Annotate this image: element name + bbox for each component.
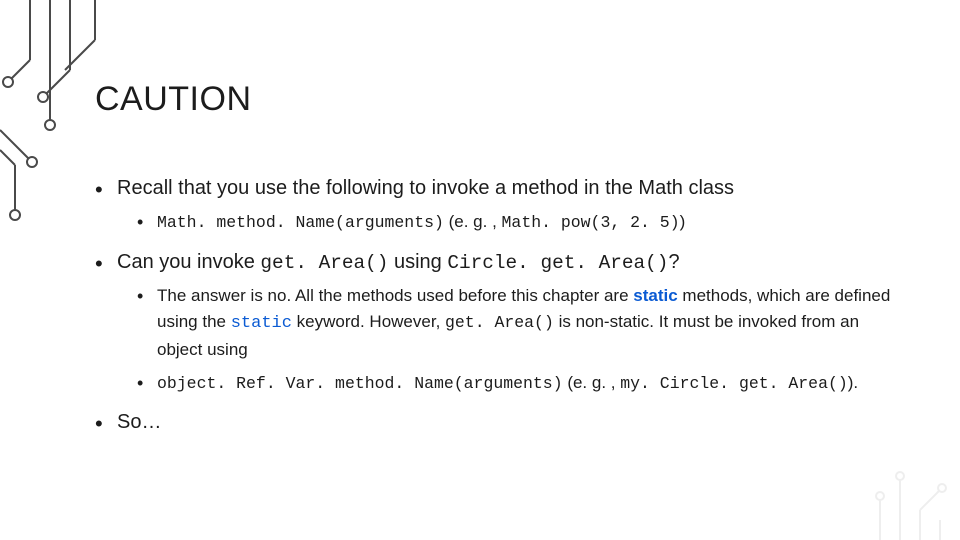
code-circle-getarea: Circle. get. Area() <box>447 252 668 274</box>
code-objectrefvar: object. Ref. Var. method. Name(arguments… <box>157 374 563 393</box>
text-eg-2: (e. g. , <box>563 373 621 392</box>
bullet-3: So… <box>95 408 900 437</box>
code-mycircle-getarea: my. Circle. get. Area() <box>620 374 848 393</box>
bullet-2-sub-1: The answer is no. All the methods used b… <box>137 283 900 364</box>
bullet-2-pre: Can you invoke <box>117 251 260 273</box>
code-getarea: get. Area() <box>260 252 388 274</box>
slide-content: CAUTION Recall that you use the followin… <box>0 0 960 540</box>
bullet-2-sublist: The answer is no. All the methods used b… <box>137 283 900 397</box>
code-getarea-2: get. Area() <box>445 313 554 332</box>
bullet-list: Recall that you use the following to inv… <box>95 174 900 437</box>
bullet-1-sub-1: Math. method. Name(arguments) (e. g. , M… <box>137 209 900 236</box>
text-eg: (e. g. , <box>444 212 502 231</box>
text-answerno-a: The answer is no. All the methods used b… <box>157 286 633 305</box>
text-paren-close: ) <box>680 212 686 231</box>
bullet-2-mid: using <box>388 251 447 273</box>
code-math-pow: Math. pow(3, 2. 5) <box>502 213 680 232</box>
bullet-1: Recall that you use the following to inv… <box>95 174 900 236</box>
bullet-1-text: Recall that you use the following to inv… <box>117 177 734 199</box>
bullet-2-sub-2: object. Ref. Var. method. Name(arguments… <box>137 370 900 397</box>
code-math-methodname: Math. method. Name(arguments) <box>157 213 444 232</box>
static-word-1: static <box>633 286 677 305</box>
bullet-3-text: So… <box>117 411 161 433</box>
static-keyword: static <box>231 314 292 333</box>
bullet-2: Can you invoke get. Area() using Circle.… <box>95 248 900 397</box>
text-answerno-c: keyword. However, <box>292 312 445 331</box>
slide-title: CAUTION <box>95 80 900 119</box>
text-close-2: ). <box>848 373 858 392</box>
bullet-1-sublist: Math. method. Name(arguments) (e. g. , M… <box>137 209 900 236</box>
bullet-2-post: ? <box>668 251 679 273</box>
